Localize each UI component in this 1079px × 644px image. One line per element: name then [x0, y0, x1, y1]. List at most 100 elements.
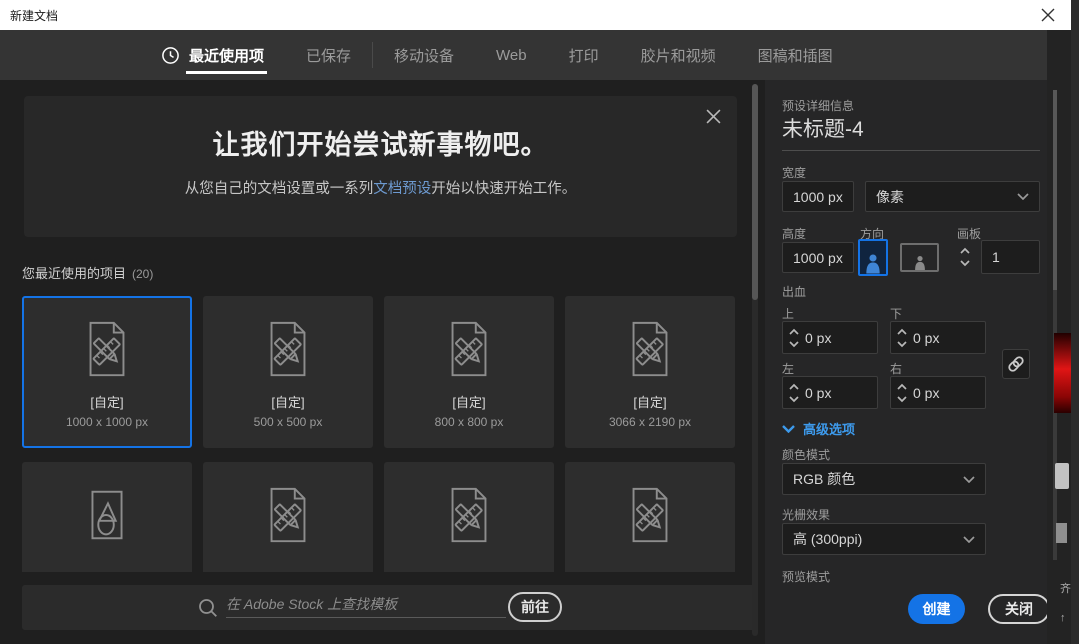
bleed-left-stepper[interactable]	[783, 381, 805, 405]
recent-card-selected[interactable]: [自定] 1000 x 1000 px	[22, 296, 192, 448]
raster-effects-label: 光栅效果	[782, 508, 831, 522]
clock-icon	[162, 46, 179, 64]
stepper-up-down-icon	[789, 328, 799, 347]
bleed-top-input[interactable]	[805, 329, 867, 346]
recent-card[interactable]: [自定] 500 x 500 px	[203, 296, 373, 448]
stepper-up-down-icon	[897, 383, 907, 402]
advanced-options-label: 高级选项	[803, 422, 856, 437]
bleed-left-input[interactable]	[805, 384, 867, 401]
landscape-person-icon	[914, 255, 925, 270]
recent-items-label-text: 您最近使用的项目	[22, 266, 127, 281]
document-ruler-pencil-icon	[257, 317, 319, 381]
bleed-bottom-input[interactable]	[913, 329, 975, 346]
recent-card[interactable]	[22, 462, 192, 572]
document-title-field[interactable]: 未标题-4	[782, 113, 864, 143]
card-name: [自定]	[271, 395, 305, 410]
tab-label: 胶片和视频	[640, 47, 716, 65]
recent-card[interactable]	[384, 462, 554, 572]
banner-close-icon[interactable]	[706, 109, 721, 124]
panel-header: 预设详细信息	[782, 99, 855, 113]
tab-print[interactable]: 打印	[548, 30, 620, 80]
tab-web[interactable]: Web	[475, 30, 548, 80]
raster-effects-value: 高 (300ppi)	[793, 531, 863, 547]
bleed-right-input[interactable]	[913, 384, 975, 401]
card-dimensions: 1000 x 1000 px	[65, 415, 149, 429]
recent-items-count: (20)	[132, 267, 154, 281]
screen-edge-strip	[1071, 0, 1079, 644]
document-ruler-pencil-icon	[438, 483, 500, 547]
orientation-landscape-button[interactable]	[900, 243, 939, 272]
background-panel-fragment	[1055, 463, 1069, 489]
chevron-down-icon	[1017, 193, 1029, 200]
bleed-top-label: 上	[782, 307, 795, 321]
height-label: 高度	[782, 227, 807, 241]
width-input[interactable]	[782, 181, 854, 212]
unit-select[interactable]: 像素	[865, 181, 1040, 212]
stepper-up-down-icon	[789, 383, 799, 402]
card-dimensions: 3066 x 2190 px	[608, 415, 692, 429]
card-name: [自定]	[452, 395, 486, 410]
recent-cards-row-1: [自定] 1000 x 1000 px [自定] 500 x 500 px [自…	[22, 296, 735, 448]
recent-card[interactable]: [自定] 3066 x 2190 px	[565, 296, 735, 448]
chevron-down-icon	[963, 535, 975, 543]
document-ruler-pencil-icon	[76, 317, 138, 381]
chevron-down-icon	[963, 475, 975, 483]
recent-items-label: 您最近使用的项目 (20)	[22, 263, 153, 282]
recent-cards-row-2	[22, 462, 735, 572]
scrollbar-thumb[interactable]	[752, 84, 758, 300]
raster-effects-select[interactable]: 高 (300ppi)	[782, 523, 986, 555]
tab-saved[interactable]: 已保存	[285, 30, 372, 80]
width-label: 宽度	[782, 166, 807, 180]
banner-subtitle: 从您自己的文档设置或一系列文档预设开始以快速开始工作。	[24, 177, 737, 198]
window-close-icon[interactable]	[1041, 8, 1055, 22]
height-input[interactable]	[782, 242, 854, 273]
color-mode-value: RGB 颜色	[793, 471, 856, 487]
recent-card[interactable]	[565, 462, 735, 572]
bleed-link-button[interactable]	[1002, 349, 1030, 379]
window-title: 新建文档	[10, 8, 59, 23]
document-presets-link[interactable]: 文档预设	[373, 181, 431, 197]
document-ruler-pencil-icon	[619, 483, 681, 547]
artboards-input[interactable]	[981, 240, 1040, 274]
orientation-portrait-button[interactable]	[858, 239, 888, 276]
red-color-swatch	[1054, 333, 1071, 413]
tab-label: 打印	[568, 47, 599, 65]
advanced-options-toggle[interactable]: 高级选项	[782, 419, 855, 438]
bleed-right-stepper[interactable]	[891, 381, 913, 405]
tab-recent[interactable]: 最近使用项	[140, 30, 285, 80]
artboards-stepper[interactable]	[955, 240, 975, 274]
titlebar: 新建文档	[0, 0, 1071, 30]
bleed-bottom-stepper[interactable]	[891, 326, 913, 350]
tabbar: 最近使用项 已保存 移动设备 Web 打印 胶片和视频 图稿和插图	[0, 30, 1071, 80]
color-mode-select[interactable]: RGB 颜色	[782, 463, 986, 495]
chevron-down-icon	[782, 424, 795, 433]
bleed-right-label: 右	[890, 362, 903, 376]
unit-value: 像素	[876, 188, 904, 205]
chain-link-icon	[1008, 356, 1024, 372]
document-ruler-pencil-icon	[619, 317, 681, 381]
content-scrollbar[interactable]	[752, 84, 758, 636]
tab-film-video[interactable]: 胶片和视频	[620, 30, 737, 80]
stock-template-search-input[interactable]	[226, 594, 506, 618]
recent-card[interactable]	[203, 462, 373, 572]
title-underline	[782, 150, 1040, 151]
bleed-left-field	[782, 376, 878, 409]
welcome-banner: 让我们开始尝试新事物吧。 从您自己的文档设置或一系列文档预设开始以快速开始工作。	[24, 96, 737, 237]
tab-label: Web	[496, 46, 527, 64]
background-app-strip: 齐 ↑	[1047, 30, 1071, 644]
new-document-dialog: 新建文档 最近使用项 已保存 移动设备 Web 打印 胶片和视频 图稿和插图 让…	[0, 0, 1079, 644]
tab-mobile[interactable]: 移动设备	[373, 30, 475, 80]
background-scrollbar-thumb	[1053, 90, 1057, 290]
stepper-up-down-icon	[897, 328, 907, 347]
tab-art-illustration[interactable]: 图稿和插图	[737, 30, 854, 80]
bleed-left-label: 左	[782, 362, 795, 376]
close-button[interactable]: 关闭	[988, 594, 1050, 624]
background-panel-fragment	[1056, 523, 1067, 543]
bleed-top-stepper[interactable]	[783, 326, 805, 350]
stepper-up-down-icon	[960, 247, 970, 267]
create-button[interactable]: 创建	[908, 594, 965, 624]
recent-card[interactable]: [自定] 800 x 800 px	[384, 296, 554, 448]
bleed-bottom-label: 下	[890, 307, 903, 321]
banner-heading: 让我们开始尝试新事物吧。	[212, 130, 549, 160]
go-button[interactable]: 前往	[508, 592, 562, 622]
